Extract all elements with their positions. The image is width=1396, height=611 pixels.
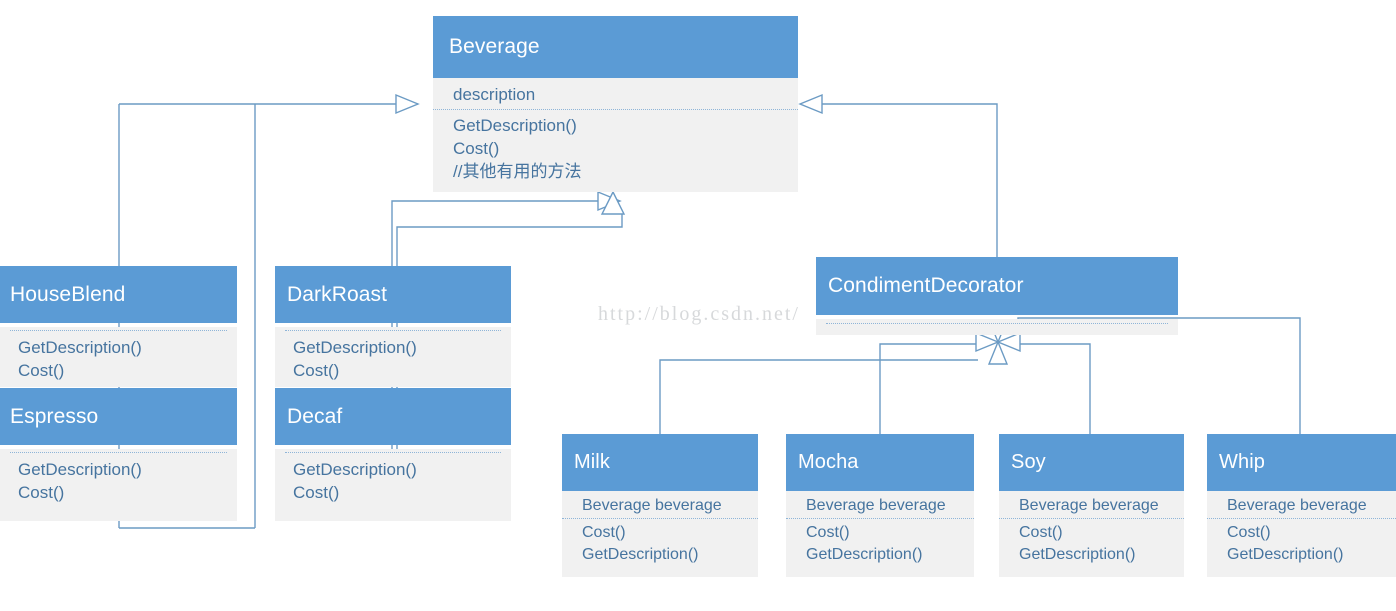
- class-condimentdecorator-body: [816, 319, 1178, 335]
- class-condimentdecorator[interactable]: CondimentDecorator: [816, 257, 1178, 335]
- class-houseblend-body: GetDescription() Cost(): [0, 327, 237, 387]
- class-milk-attributes: Beverage beverage: [562, 491, 758, 519]
- class-milk-name: Milk: [574, 451, 610, 473]
- class-espresso[interactable]: Espresso GetDescription() Cost(): [0, 388, 237, 521]
- class-darkroast[interactable]: DarkRoast GetDescription() Cost(): [275, 266, 511, 387]
- arrowhead-soy-to-condiment: [996, 331, 1021, 353]
- class-whip-name: Whip: [1219, 451, 1265, 473]
- operation-row: GetDescription(): [18, 338, 142, 357]
- class-espresso-body: GetDescription() Cost(): [0, 449, 237, 521]
- operation-row: Cost(): [293, 361, 340, 380]
- arrowhead-milk-to-condiment: [975, 331, 1000, 353]
- uml-class-diagram: Beverage description GetDescription() Co…: [0, 0, 1396, 611]
- class-beverage[interactable]: Beverage description GetDescription() Co…: [433, 16, 798, 192]
- class-beverage-body: description GetDescription() Cost() //其他…: [433, 78, 798, 192]
- class-beverage-attributes: description: [433, 78, 798, 110]
- arrowhead-decaf-to-beverage: [600, 190, 626, 215]
- connector-soy-to-condiment: [1018, 343, 1091, 434]
- class-decaf-operations: GetDescription() Cost(): [275, 453, 511, 508]
- class-soy-operations: Cost() GetDescription(): [999, 519, 1184, 570]
- attribute-row: description: [453, 85, 536, 104]
- class-beverage-operations: GetDescription() Cost() //其他有用的方法: [433, 110, 798, 187]
- class-darkroast-operations: GetDescription() Cost(): [275, 331, 511, 386]
- attribute-row: Beverage beverage: [1019, 497, 1159, 514]
- class-condimentdecorator-header: CondimentDecorator: [816, 257, 1178, 315]
- operation-row: Cost(): [582, 524, 626, 541]
- operation-row: Cost(): [453, 139, 500, 158]
- class-beverage-name: Beverage: [449, 35, 540, 58]
- class-decaf-name: Decaf: [287, 404, 343, 428]
- class-houseblend-operations: GetDescription() Cost(): [0, 331, 237, 386]
- operation-row: GetDescription(): [1227, 546, 1344, 563]
- operation-row: GetDescription(): [453, 116, 577, 135]
- attribute-row: Beverage beverage: [806, 497, 946, 514]
- connector-mocha-to-condiment: [879, 343, 978, 434]
- operation-row: Cost(): [18, 361, 65, 380]
- class-milk-operations: Cost() GetDescription(): [562, 519, 758, 570]
- operation-row: //其他有用的方法: [453, 162, 582, 181]
- class-beverage-header: Beverage: [433, 16, 798, 78]
- attribute-row: Beverage beverage: [582, 497, 722, 514]
- class-mocha-name: Mocha: [798, 451, 859, 473]
- class-condimentdecorator-name: CondimentDecorator: [828, 274, 1024, 297]
- class-whip-operations: Cost() GetDescription(): [1207, 519, 1396, 570]
- watermark-text: http://blog.csdn.net/: [598, 303, 800, 325]
- class-milk-header: Milk: [562, 434, 758, 491]
- class-darkroast-header: DarkRoast: [275, 266, 511, 323]
- arrowhead-right-to-beverage: [798, 93, 823, 115]
- class-houseblend-header: HouseBlend: [0, 266, 237, 323]
- class-soy[interactable]: Soy Beverage beverage Cost() GetDescript…: [999, 434, 1184, 577]
- operation-row: GetDescription(): [293, 460, 417, 479]
- class-whip-body: Beverage beverage Cost() GetDescription(…: [1207, 491, 1396, 577]
- class-decaf-body: GetDescription() Cost(): [275, 449, 511, 521]
- class-houseblend-name: HouseBlend: [10, 282, 126, 306]
- arrowhead-left-to-beverage: [395, 93, 420, 115]
- attribute-row: Beverage beverage: [1227, 497, 1367, 514]
- operation-row: Cost(): [1227, 524, 1271, 541]
- connector-milk-to-condiment: [659, 359, 978, 434]
- arrowhead-mocha-to-condiment: [987, 340, 1009, 365]
- class-mocha[interactable]: Mocha Beverage beverage Cost() GetDescri…: [786, 434, 974, 577]
- class-milk[interactable]: Milk Beverage beverage Cost() GetDescrip…: [562, 434, 758, 577]
- class-darkroast-name: DarkRoast: [287, 282, 388, 306]
- class-whip-attributes: Beverage beverage: [1207, 491, 1396, 519]
- operation-row: GetDescription(): [1019, 546, 1136, 563]
- class-espresso-header: Espresso: [0, 388, 237, 445]
- class-darkroast-body: GetDescription() Cost(): [275, 327, 511, 387]
- class-soy-name: Soy: [1011, 451, 1046, 473]
- class-whip[interactable]: Whip Beverage beverage Cost() GetDescrip…: [1207, 434, 1396, 577]
- operation-row: GetDescription(): [582, 546, 699, 563]
- class-mocha-attributes: Beverage beverage: [786, 491, 974, 519]
- operation-row: Cost(): [1019, 524, 1063, 541]
- operation-row: GetDescription(): [293, 338, 417, 357]
- class-soy-attributes: Beverage beverage: [999, 491, 1184, 519]
- class-mocha-body: Beverage beverage Cost() GetDescription(…: [786, 491, 974, 577]
- connector-whip-to-condiment: [1017, 317, 1301, 434]
- class-mocha-header: Mocha: [786, 434, 974, 491]
- class-decaf[interactable]: Decaf GetDescription() Cost(): [275, 388, 511, 521]
- class-condimentdecorator-attributes: [826, 319, 1168, 324]
- class-houseblend[interactable]: HouseBlend GetDescription() Cost(): [0, 266, 237, 387]
- class-decaf-header: Decaf: [275, 388, 511, 445]
- operation-row: GetDescription(): [806, 546, 923, 563]
- class-milk-body: Beverage beverage Cost() GetDescription(…: [562, 491, 758, 577]
- class-soy-header: Soy: [999, 434, 1184, 491]
- class-whip-header: Whip: [1207, 434, 1396, 491]
- class-mocha-operations: Cost() GetDescription(): [786, 519, 974, 570]
- operation-row: GetDescription(): [18, 460, 142, 479]
- class-espresso-operations: GetDescription() Cost(): [0, 453, 237, 508]
- class-espresso-name: Espresso: [10, 404, 99, 428]
- operation-row: Cost(): [806, 524, 850, 541]
- arrowhead-darkroast-to-beverage: [597, 190, 622, 212]
- connector-condimentdecorator-to-beverage: [812, 103, 998, 257]
- operation-row: Cost(): [293, 483, 340, 502]
- operation-row: Cost(): [18, 483, 65, 502]
- class-soy-body: Beverage beverage Cost() GetDescription(…: [999, 491, 1184, 577]
